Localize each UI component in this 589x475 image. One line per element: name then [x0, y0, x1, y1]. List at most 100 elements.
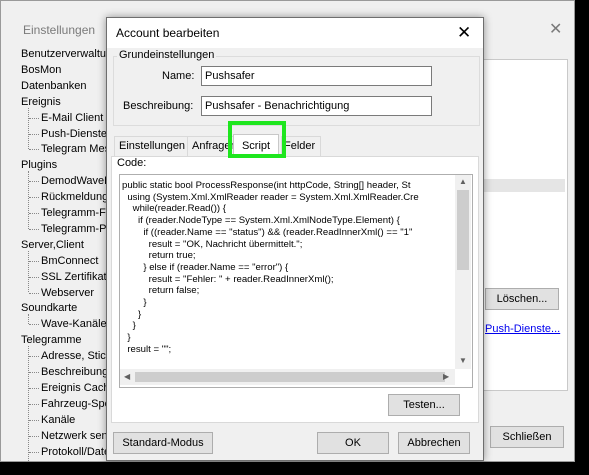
- tree-connector: [29, 276, 39, 278]
- tree-item[interactable]: Netzwerk send: [41, 429, 109, 444]
- code-line[interactable]: }: [122, 332, 130, 343]
- tree-connector: [29, 181, 39, 183]
- tree-item[interactable]: Telegramm-Po: [41, 222, 109, 237]
- tree-item[interactable]: E-Mail Client: [41, 111, 103, 126]
- test-button[interactable]: Testen...: [388, 394, 460, 416]
- tree-connector: [29, 403, 39, 405]
- delete-button[interactable]: Löschen...: [485, 288, 559, 310]
- tree-connector: [29, 149, 39, 151]
- tree-item[interactable]: Kanäle: [41, 413, 75, 428]
- code-line[interactable]: result = "";: [122, 344, 171, 355]
- tree-connector: [29, 260, 39, 262]
- code-line[interactable]: while(reader.Read()) {: [122, 203, 226, 214]
- code-label: Code:: [117, 157, 147, 169]
- code-editor[interactable]: public static bool ProcessResponse(int h…: [119, 174, 473, 388]
- tree-connector: [29, 387, 39, 389]
- dialog-close-icon[interactable]: ✕: [457, 23, 471, 43]
- tab-einstellungen[interactable]: Einstellungen: [114, 136, 193, 156]
- tree-item[interactable]: Telegramme: [21, 333, 82, 348]
- close-button[interactable]: Schließen: [490, 426, 564, 448]
- tree-item[interactable]: Ereignis Cache: [41, 381, 109, 396]
- code-line[interactable]: }: [122, 309, 141, 320]
- tree-connector: [28, 314, 30, 325]
- edit-account-dialog: Account bearbeiten ✕ Grundeinstellungen …: [106, 17, 484, 461]
- tree-connector: [28, 171, 30, 229]
- scroll-up-icon[interactable]: ▲: [459, 177, 467, 186]
- code-line[interactable]: if ((reader.Name == "status") && (reader…: [122, 227, 412, 238]
- scroll-down-icon[interactable]: ▼: [459, 356, 467, 365]
- accounts-list[interactable]: [478, 59, 568, 391]
- tree-item[interactable]: SSL Zertifikate: [41, 270, 109, 285]
- code-line[interactable]: }: [122, 320, 136, 331]
- tree-connector: [28, 107, 30, 150]
- code-line[interactable]: result = "Fehler: " + reader.ReadInnerXm…: [122, 274, 334, 285]
- tree-item[interactable]: Push-Dienste: [41, 127, 107, 142]
- code-line[interactable]: if (reader.NodeType == System.Xml.XmlNod…: [122, 215, 400, 226]
- name-label: Name:: [162, 70, 195, 82]
- code-line[interactable]: }: [122, 297, 146, 308]
- ok-button[interactable]: OK: [317, 432, 389, 454]
- tree-item[interactable]: Wave-Kanäle: [41, 317, 107, 332]
- tree-connector: [29, 133, 39, 135]
- tree-item[interactable]: Datenbanken: [21, 79, 86, 94]
- code-line[interactable]: } else if (reader.Name == "error") {: [122, 262, 288, 273]
- name-field[interactable]: Pushsafer: [201, 66, 432, 86]
- tree-connector: [29, 356, 39, 358]
- settings-close-icon[interactable]: ✕: [549, 19, 562, 39]
- tab-strip: Einstellungen Anfragen Felder Script: [111, 134, 477, 158]
- basic-settings-label: Grundeinstellungen: [117, 49, 217, 61]
- horizontal-scroll-thumb[interactable]: [135, 372, 445, 382]
- standard-mode-button[interactable]: Standard-Modus: [113, 432, 213, 454]
- tree-connector: [28, 250, 30, 293]
- script-tab-highlight: [228, 121, 286, 158]
- tree-connector: [29, 435, 39, 437]
- scroll-right-icon[interactable]: ▶: [443, 372, 449, 381]
- push-services-link[interactable]: Push-Dienste...: [485, 323, 560, 335]
- settings-window-title: Einstellungen: [23, 23, 96, 37]
- tree-connector: [28, 346, 30, 461]
- tree-item[interactable]: Rückmeldung: [41, 190, 108, 205]
- tree-item[interactable]: Benutzerverwaltung: [21, 47, 109, 62]
- tree-item[interactable]: Beschreibung: [41, 365, 108, 380]
- code-line[interactable]: return false;: [122, 285, 200, 296]
- tree-item[interactable]: BmConnect: [41, 254, 98, 269]
- tree-connector: [29, 372, 39, 373]
- tree-item[interactable]: Adresse, Stich: [41, 349, 109, 364]
- settings-tree[interactable]: Benutzerverwaltung BosMon Datenbanken Ereig…: [19, 47, 109, 461]
- dialog-title: Account bearbeiten: [116, 26, 220, 40]
- vertical-scroll-thumb[interactable]: [457, 190, 469, 270]
- tab-anfragen[interactable]: Anfragen: [187, 136, 234, 156]
- tree-item[interactable]: Telegramm-Fe: [41, 206, 109, 221]
- description-field[interactable]: Pushsafer - Benachrichtigung: [201, 96, 432, 116]
- tree-connector: [29, 228, 39, 230]
- tree-connector: [29, 213, 39, 214]
- tree-item[interactable]: BosMon: [21, 63, 61, 78]
- tree-connector: [29, 419, 39, 421]
- code-line[interactable]: return true;: [122, 250, 196, 261]
- tree-connector: [29, 117, 39, 119]
- code-line[interactable]: result = "OK, Nachricht übermittelt.";: [122, 239, 303, 250]
- tree-connector: [29, 292, 39, 294]
- tree-item[interactable]: Fahrzeug-Spez: [41, 397, 109, 412]
- tree-item[interactable]: Webserver: [41, 286, 94, 301]
- tree-item[interactable]: Protokoll/Date: [41, 445, 109, 460]
- tree-item[interactable]: Telegram Messenger: [41, 142, 109, 157]
- scroll-left-icon[interactable]: ◀: [124, 372, 130, 381]
- tree-connector: [29, 197, 39, 199]
- tree-item[interactable]: Plugins: [21, 158, 57, 173]
- tab-felder[interactable]: Felder: [281, 136, 321, 156]
- code-lines[interactable]: public static bool ProcessResponse(int h…: [122, 177, 456, 369]
- horizontal-scrollbar[interactable]: ◀ ▶: [120, 369, 455, 385]
- tree-connector: [29, 324, 39, 326]
- tree-item[interactable]: DemodWaveE: [41, 174, 109, 189]
- tree-item[interactable]: Server,Client: [21, 238, 84, 253]
- cancel-button[interactable]: Abbrechen: [398, 432, 470, 454]
- dialog-titlebar: Account bearbeiten ✕: [107, 18, 483, 48]
- vertical-scrollbar[interactable]: ▲ ▼: [455, 175, 471, 369]
- tree-connector: [29, 451, 39, 453]
- accounts-list-selected-row[interactable]: [479, 179, 565, 192]
- tree-item[interactable]: Ereignis: [21, 95, 61, 110]
- code-line[interactable]: public static bool ProcessResponse(int h…: [122, 180, 411, 191]
- code-line[interactable]: using (System.Xml.XmlReader reader = Sys…: [122, 192, 418, 203]
- description-label: Beschreibung:: [123, 100, 194, 112]
